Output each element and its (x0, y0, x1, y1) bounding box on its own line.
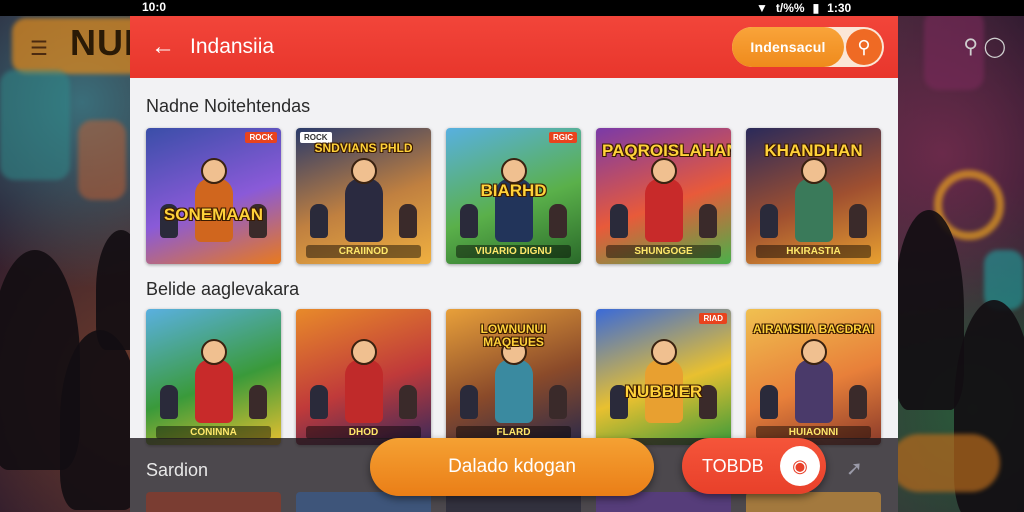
card-character (310, 385, 328, 419)
section-title: Sardion (146, 460, 209, 480)
game-card[interactable] (746, 492, 881, 512)
signal-text: t/%% (775, 1, 805, 15)
card-hero-head (350, 158, 377, 184)
card-character (849, 385, 867, 419)
card-hero-head (350, 339, 377, 365)
card-hero-head (650, 339, 677, 365)
background-person (894, 210, 964, 410)
status-left-text: 10:0 (142, 0, 167, 14)
card-character (699, 204, 717, 238)
search-icon[interactable]: ⚲ (846, 29, 882, 65)
background-screen (0, 70, 70, 180)
background-menu-icon: ☰ (30, 38, 48, 60)
card-character (549, 385, 567, 419)
card-hero (794, 178, 833, 242)
game-card[interactable]: CONINNA (146, 309, 281, 445)
game-card[interactable]: LOWNUNUI MAQEUES FLARD (446, 309, 581, 445)
card-hero (644, 178, 683, 242)
status-bar: 10:0 ▼ t/%% ▮ 1:30 (0, 0, 1024, 16)
card-title: BIARHD (480, 181, 547, 200)
card-subtitle: HKIRASTIA (756, 245, 871, 258)
game-card[interactable]: ROCK SNDVIANS PHLD CRAIINOD (296, 128, 431, 264)
background-person (60, 330, 140, 510)
game-row: CONINNA DHOD LOWNUNUI MAQEUES FLARD RIAD NUBB… (146, 309, 881, 445)
game-card[interactable]: ROCK SONEMAAN (146, 128, 281, 264)
secondary-action-label: TOBDB (702, 456, 764, 476)
card-title: KHANDHAN (764, 141, 863, 160)
card-character (160, 385, 178, 419)
card-character (310, 204, 328, 238)
card-title: SNDVIANS PHLD (314, 141, 413, 155)
card-hero-head (800, 158, 827, 184)
battery-icon: ▮ (812, 1, 820, 15)
card-hero (494, 359, 533, 423)
card-title: NUBBIER (624, 382, 703, 401)
card-title: SONEMAAN (163, 205, 264, 224)
card-badge: RIAD (699, 313, 727, 324)
background-screen (78, 120, 126, 200)
card-title: AIRAMSIIA BACDRAI (753, 322, 874, 336)
back-arrow-icon[interactable]: ← (150, 34, 176, 60)
card-badge: ROCK (245, 132, 277, 143)
card-title: PAQROISLAHAN (602, 141, 731, 160)
section-title: Nadne Noitehtendas (146, 96, 311, 116)
game-card[interactable]: PAQROISLAHAN SHUNGOGE (596, 128, 731, 264)
card-subtitle: SHUNGOGE (606, 245, 721, 258)
card-subtitle: CRAIINOD (306, 245, 421, 258)
background-icons: ⚲ ◯ (963, 36, 1006, 58)
search-button[interactable]: Indensacul (732, 27, 844, 67)
game-card[interactable]: RIAD NUBBIER (596, 309, 731, 445)
game-card[interactable]: KHANDHAN HKIRASTIA (746, 128, 881, 264)
page-title: Indansiia (190, 35, 275, 58)
card-hero-head (200, 339, 227, 365)
card-character (399, 204, 417, 238)
card-hero-head (200, 158, 227, 184)
background-button (890, 434, 1000, 492)
card-character (760, 385, 778, 419)
card-character (460, 204, 478, 238)
card-character (249, 385, 267, 419)
card-badge: RGIC (549, 132, 577, 143)
primary-action-button[interactable]: Dalado kdogan (370, 438, 654, 496)
section-title: Belide aaglevakara (146, 279, 300, 299)
trend-chart-icon[interactable]: ➚ (846, 456, 863, 481)
card-hero (794, 359, 833, 423)
game-card[interactable] (146, 492, 281, 512)
game-card[interactable]: AIRAMSIIA BACDRAI HUIAONNI (746, 309, 881, 445)
card-subtitle: VIUARIO DIGNU (456, 245, 571, 258)
status-icons: ▼ t/%% ▮ 1:30 (756, 0, 851, 16)
search-bar[interactable]: Indensacul ⚲ (732, 27, 884, 67)
card-character (549, 204, 567, 238)
card-character (399, 385, 417, 419)
card-hero (344, 178, 383, 242)
card-hero (194, 359, 233, 423)
clock: 1:30 (827, 1, 852, 15)
card-hero-head (800, 339, 827, 365)
card-character (460, 385, 478, 419)
wifi-icon: ▼ (756, 1, 768, 15)
game-card[interactable]: RGIC BIARHD VIUARIO DIGNU (446, 128, 581, 264)
game-row: ROCK SONEMAAN ROCK SNDVIANS PHLD CRAIINOD RGI… (146, 128, 881, 264)
card-character (760, 204, 778, 238)
game-card[interactable]: DHOD (296, 309, 431, 445)
background-banner-text: NUI (70, 22, 135, 63)
location-pin-icon: ◉ (780, 446, 820, 486)
secondary-action-button[interactable]: TOBDB ◉ (682, 438, 826, 494)
card-title: LOWNUNUI MAQEUES (480, 322, 547, 349)
card-character (610, 204, 628, 238)
card-character (849, 204, 867, 238)
top-app-bar: ← Indansiia Indensacul ⚲ (130, 16, 898, 78)
card-hero (344, 359, 383, 423)
card-hero-head (650, 158, 677, 184)
